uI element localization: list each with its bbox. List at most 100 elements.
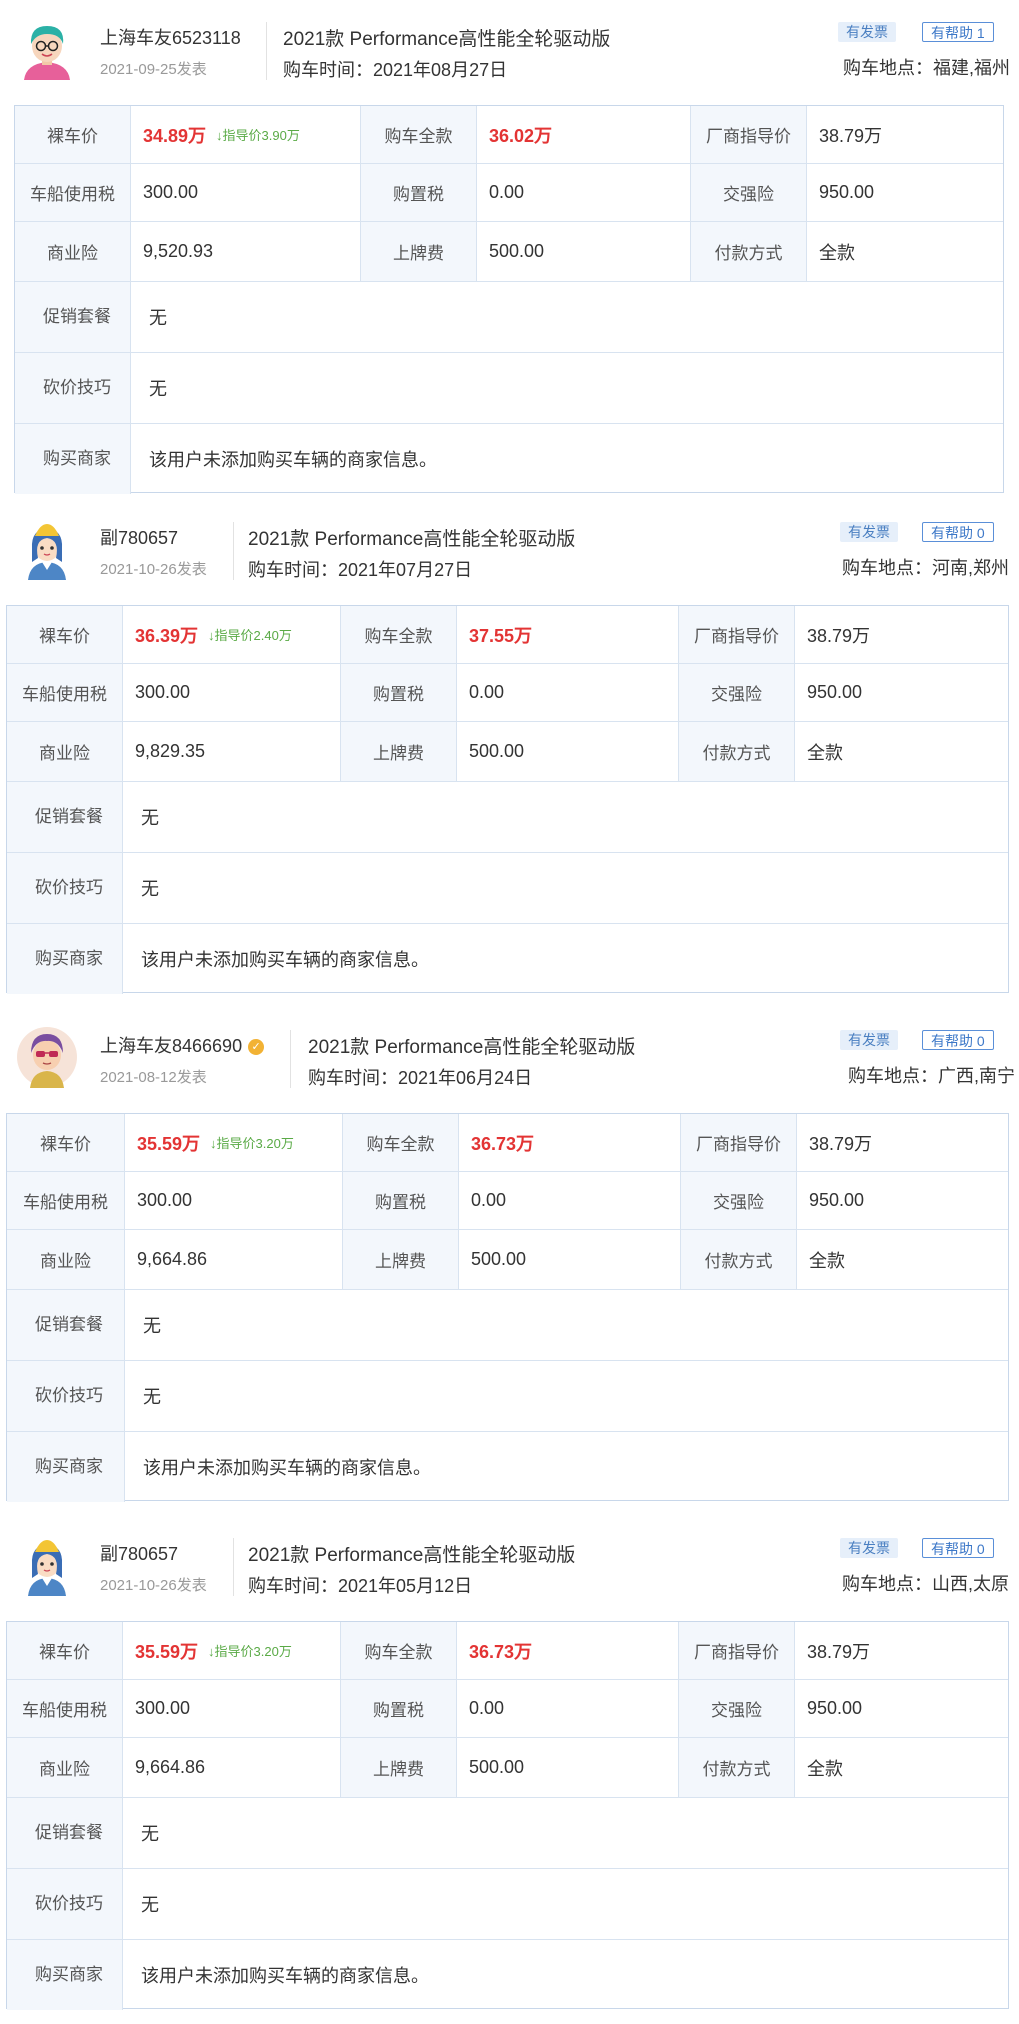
payment-value: 全款 xyxy=(807,222,1005,281)
payment-value: 全款 xyxy=(795,1738,1010,1797)
dealer-value: 该用户未添加购买车辆的商家信息。 xyxy=(141,950,429,970)
purchase-tax-label: 购置税 xyxy=(341,664,457,721)
header-divider xyxy=(290,1030,291,1088)
sunglasses-avatar-icon[interactable] xyxy=(16,1026,78,1088)
post-date: 2021-08-12发表 xyxy=(100,1069,207,1086)
purchase-location: 购车地点：福建,福州 xyxy=(843,58,1011,78)
table-row: 车船使用税 300.00 购置税 0.00 交强险 950.00 xyxy=(7,664,1008,722)
car-model[interactable]: 2021款 Performance高性能全轮驱动版 xyxy=(283,24,610,51)
dealer-label: 购买商家 xyxy=(7,924,123,994)
commercial-ins-text: 9,664.86 xyxy=(135,1757,206,1777)
msrp-text: 38.79万 xyxy=(807,625,871,646)
car-model[interactable]: 2021款 Performance高性能全轮驱动版 xyxy=(248,1540,575,1567)
username[interactable]: 副780657 xyxy=(100,524,178,550)
table-row: 商业险 9,829.35 上牌费 500.00 付款方式 全款 xyxy=(7,722,1008,782)
bare-price-amount: 34.89万 xyxy=(143,125,207,146)
bare-price-value: 36.39万 ↓指导价2.40万 xyxy=(123,606,341,663)
purchase-location: 购车地点：广西,南宁 xyxy=(848,1066,1016,1086)
commercial-ins-value: 9,520.93 xyxy=(131,222,361,281)
price-table: 裸车价 35.59万 ↓指导价3.20万 购车全款 36.73万 厂商指导价 38.79万车… xyxy=(6,1113,1009,1502)
commercial-ins-text: 9,664.86 xyxy=(137,1249,208,1269)
vehicle-tax-value: 300.00 xyxy=(131,164,361,221)
invoice-badge: 有发票 xyxy=(838,22,896,42)
dealer-value: 该用户未添加购买车辆的商家信息。 xyxy=(141,1966,429,1986)
table-row: 裸车价 34.89万 ↓指导价3.90万 购车全款 36.02万 厂商指导价 38.79万 xyxy=(15,106,1003,164)
review-header: 副780657 2021-10-26发表 2021款 Performance高性… xyxy=(0,1516,1019,1621)
vehicle-tax-value: 300.00 xyxy=(123,664,341,721)
review-card: 上海车友6523118 2021-09-25发表 2021款 Performan… xyxy=(0,0,1019,500)
purchase-tax-value: 0.00 xyxy=(457,664,679,721)
compulsory-ins-text: 950.00 xyxy=(807,1698,863,1718)
helpful-button[interactable]: 有帮助 1 xyxy=(922,22,994,42)
payment-label: 付款方式 xyxy=(679,1738,795,1797)
plate-fee-text: 500.00 xyxy=(471,1249,527,1269)
plate-fee-value: 500.00 xyxy=(457,1738,679,1797)
plate-fee-value: 500.00 xyxy=(457,722,679,781)
compulsory-ins-label: 交强险 xyxy=(679,1680,795,1737)
promo-value: 无 xyxy=(149,308,167,328)
username[interactable]: 副780657 xyxy=(100,1540,178,1566)
discount-hint: ↓指导价2.40万 xyxy=(208,628,292,643)
price-table: 裸车价 36.39万 ↓指导价2.40万 购车全款 37.55万 厂商指导价 38.79万车… xyxy=(6,605,1009,994)
vehicle-tax-label: 车船使用税 xyxy=(7,1680,123,1737)
bargain-value: 无 xyxy=(141,879,159,899)
discount-hint: ↓指导价3.20万 xyxy=(210,1136,294,1151)
girl-avatar-icon[interactable] xyxy=(16,518,78,580)
commercial-ins-value: 9,664.86 xyxy=(125,1230,343,1289)
dealer-label: 购买商家 xyxy=(7,1432,125,1502)
total-price-text: 36.02万 xyxy=(489,125,553,146)
discount-hint: ↓指导价3.90万 xyxy=(216,128,300,143)
compulsory-ins-value: 950.00 xyxy=(795,664,1010,721)
review-card: 副780657 2021-10-26发表 2021款 Performance高性… xyxy=(0,500,1019,1000)
purchase-time: 购车时间：2021年08月27日 xyxy=(283,60,508,80)
purchase-tax-value: 0.00 xyxy=(477,164,691,221)
msrp-text: 38.79万 xyxy=(809,1133,873,1154)
table-row: 购买商家 该用户未添加购买车辆的商家信息。 xyxy=(7,1432,1008,1502)
payment-value: 全款 xyxy=(795,722,1010,781)
invoice-badge: 有发票 xyxy=(840,1538,898,1558)
table-row: 砍价技巧无 xyxy=(15,353,1003,424)
invoice-badge: 有发票 xyxy=(840,522,898,542)
boy-avatar-icon[interactable] xyxy=(16,18,78,80)
helpful-button[interactable]: 有帮助 0 xyxy=(922,522,994,542)
dealer-value: 该用户未添加购买车辆的商家信息。 xyxy=(143,1458,431,1478)
girl-avatar-icon[interactable] xyxy=(16,1534,78,1596)
plate-fee-label: 上牌费 xyxy=(341,1738,457,1797)
total-price-text: 36.73万 xyxy=(469,1641,533,1662)
promo-label: 促销套餐 xyxy=(7,782,123,852)
helpful-button[interactable]: 有帮助 0 xyxy=(922,1538,994,1558)
msrp-value: 38.79万 xyxy=(795,1622,1010,1679)
table-row: 裸车价 35.59万 ↓指导价3.20万 购车全款 36.73万 厂商指导价 38.79万 xyxy=(7,1114,1008,1172)
compulsory-ins-label: 交强险 xyxy=(681,1172,797,1229)
price-table: 裸车价 35.59万 ↓指导价3.20万 购车全款 36.73万 厂商指导价 38.79万车… xyxy=(6,1621,1010,2010)
total-price-text: 37.55万 xyxy=(469,625,533,646)
invoice-badge: 有发票 xyxy=(840,1030,898,1050)
vehicle-tax-label: 车船使用税 xyxy=(7,664,123,721)
review-header: 上海车友8466690 ✓ 2021-08-12发表 2021款 Performa… xyxy=(0,1008,1019,1113)
post-date: 2021-10-26发表 xyxy=(100,561,207,578)
msrp-text: 38.79万 xyxy=(819,125,883,146)
table-row: 购买商家 该用户未添加购买车辆的商家信息。 xyxy=(7,924,1008,994)
compulsory-ins-text: 950.00 xyxy=(807,682,863,702)
compulsory-ins-value: 950.00 xyxy=(795,1680,1010,1737)
plate-fee-text: 500.00 xyxy=(489,241,545,261)
helpful-button[interactable]: 有帮助 0 xyxy=(922,1030,994,1050)
car-model[interactable]: 2021款 Performance高性能全轮驱动版 xyxy=(308,1032,635,1059)
purchase-tax-text: 0.00 xyxy=(471,1190,507,1210)
table-row: 促销套餐无 xyxy=(7,1798,1008,1869)
commercial-ins-text: 9,520.93 xyxy=(143,241,214,261)
purchase-tax-value: 0.00 xyxy=(457,1680,679,1737)
bargain-label: 砍价技巧 xyxy=(7,853,123,923)
plate-fee-value: 500.00 xyxy=(477,222,691,281)
payment-text: 全款 xyxy=(819,242,855,263)
purchase-time: 购车时间：2021年07月27日 xyxy=(248,560,473,580)
car-model[interactable]: 2021款 Performance高性能全轮驱动版 xyxy=(248,524,575,551)
username[interactable]: 上海车友6523118 xyxy=(100,24,241,50)
purchase-tax-text: 0.00 xyxy=(469,682,505,702)
verified-icon: ✓ xyxy=(248,1039,265,1055)
commercial-ins-text: 9,829.35 xyxy=(135,741,206,761)
review-card: 上海车友8466690 ✓ 2021-08-12发表 2021款 Performa… xyxy=(0,1008,1019,1508)
plate-fee-label: 上牌费 xyxy=(341,722,457,781)
payment-label: 付款方式 xyxy=(679,722,795,781)
username[interactable]: 上海车友8466690 ✓ xyxy=(100,1032,265,1058)
